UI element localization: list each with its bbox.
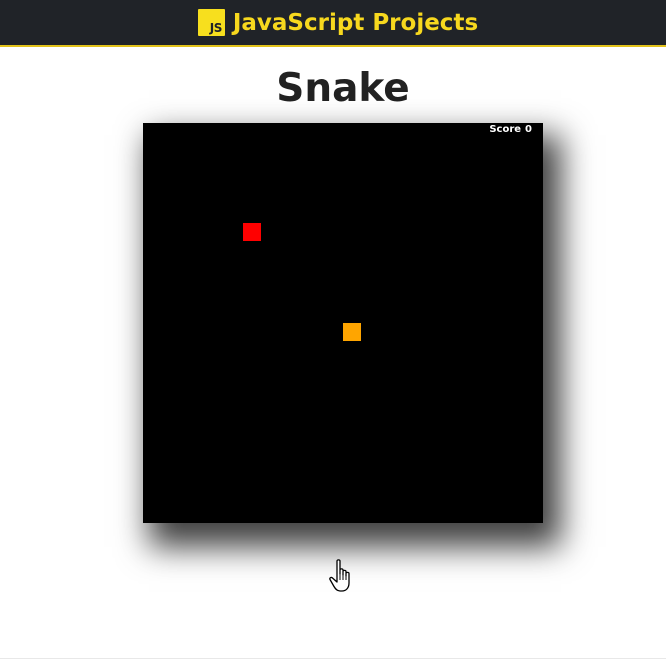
top-header-bar: JS JavaScript Projects: [0, 0, 666, 47]
score-display: Score 0: [489, 124, 532, 135]
js-logo-text: JS: [209, 21, 223, 35]
hand-pointer-icon: [329, 559, 350, 592]
snake-head: [343, 323, 361, 341]
site-title: JavaScript Projects: [232, 9, 479, 36]
footer-divider: [0, 658, 666, 659]
page-title: Snake: [276, 66, 410, 111]
game-board[interactable]: Score 0: [143, 123, 543, 523]
js-logo-icon: JS: [197, 9, 225, 36]
food-block: [243, 223, 261, 241]
score-label: Score: [489, 124, 522, 135]
score-value: 0: [525, 124, 532, 135]
brand-link[interactable]: JS JavaScript Projects: [197, 9, 479, 36]
